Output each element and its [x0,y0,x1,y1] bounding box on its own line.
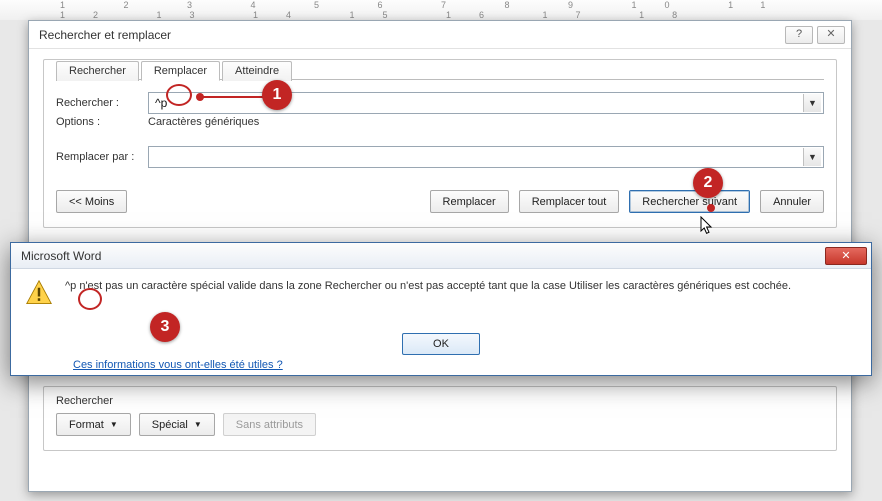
options-value: Caractères génériques [148,116,259,128]
tab-rechercher[interactable]: Rechercher [56,61,139,81]
help-link[interactable]: Ces informations vous ont-elles été util… [73,359,283,371]
replace-label: Remplacer par : [56,151,148,163]
annotation-line-1 [200,96,264,98]
dialog-title: Rechercher et remplacer [39,28,171,42]
find-label: Rechercher : [56,97,148,109]
replace-button[interactable]: Remplacer [430,190,509,213]
help-button[interactable]: ? [785,26,813,44]
no-attributes-button: Sans attributs [223,413,316,436]
annotation-ring-1 [166,84,192,106]
annotation-badge-2: 2 [693,168,723,198]
tab-atteindre[interactable]: Atteindre [222,61,292,81]
find-next-button[interactable]: Rechercher suivant [629,190,750,213]
close-button[interactable]: ✕ [817,26,845,44]
chevron-down-icon: ▼ [194,420,202,429]
ok-button[interactable]: OK [402,333,480,355]
dialog-titlebar: Rechercher et remplacer ? ✕ [29,21,851,49]
replace-all-button[interactable]: Remplacer tout [519,190,620,213]
search-options-panel: Rechercher Format▼ Spécial▼ Sans attribu… [43,386,837,451]
cancel-button[interactable]: Annuler [760,190,824,213]
search-section-label: Rechercher [56,395,824,407]
messagebox-title: Microsoft Word [21,249,101,263]
tab-remplacer[interactable]: Remplacer [141,61,220,81]
annotation-dot-2 [707,204,715,212]
chevron-down-icon: ▼ [110,420,118,429]
tab-strip: Rechercher Remplacer Atteindre [56,61,824,81]
messagebox-text: ^p n'est pas un caractère spécial valide… [65,279,791,294]
warning-icon [25,279,53,307]
options-label: Options : [56,116,148,128]
less-button[interactable]: << Moins [56,190,127,213]
replace-input[interactable]: ▼ [148,146,824,168]
find-value: ^p [155,96,167,110]
special-button[interactable]: Spécial▼ [139,413,215,436]
format-button[interactable]: Format▼ [56,413,131,436]
cursor-icon [700,216,714,236]
messagebox: Microsoft Word ✕ ^p n'est pas un caractè… [10,242,872,376]
messagebox-close-button[interactable]: ✕ [825,247,867,265]
annotation-ring-3 [78,288,102,310]
messagebox-titlebar: Microsoft Word ✕ [11,243,871,269]
find-dropdown-icon[interactable]: ▼ [803,94,821,112]
replace-dropdown-icon[interactable]: ▼ [803,148,821,166]
annotation-badge-3: 3 [150,312,180,342]
ruler: 1 2 3 4 5 6 7 8 9 10 11 12 13 14 15 16 1… [0,0,882,20]
annotation-badge-1: 1 [262,80,292,110]
search-panel: Rechercher Remplacer Atteindre Recherche… [43,59,837,228]
